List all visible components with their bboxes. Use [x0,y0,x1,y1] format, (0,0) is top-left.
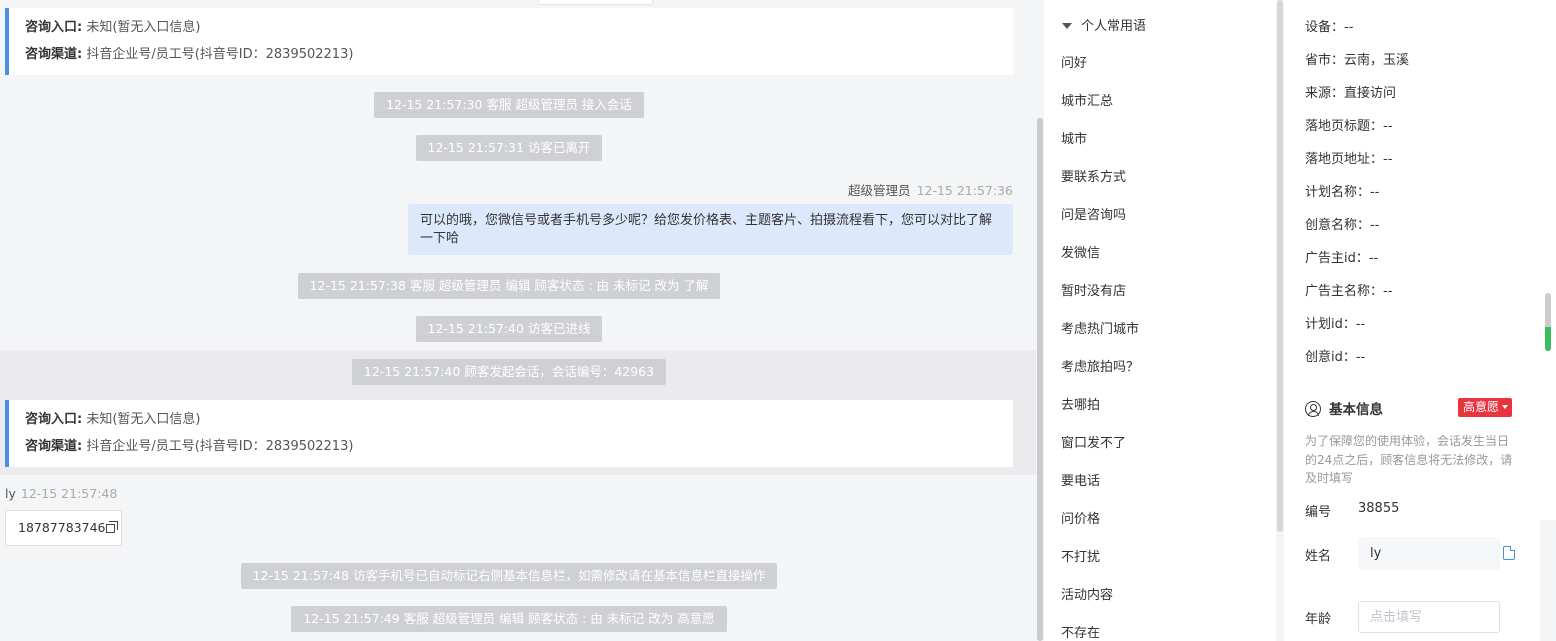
system-event: 12-15 21:57:30 客服 超级管理员 接入会话 [0,92,1018,118]
caret-down-icon [1062,23,1072,29]
phrase-item[interactable]: 问好 [1061,52,1087,71]
agent-message-meta: 超级管理员 12-15 21:57:36 [848,180,1013,199]
id-label: 编号 [1305,505,1332,520]
agent-message-bubble: 可以的哦，您微信号或者手机号多少呢？给您发价格表、主题客片、拍摄流程看下，您可以… [408,204,1013,255]
consult-info-card: 咨询入口: 未知(暂无入口信息) 咨询渠道: 抖音企业号/员工号(抖音号ID：2… [5,8,1013,75]
info-source: 来源：直接访问 [1305,86,1397,101]
system-event: 12-15 21:57:40 顾客发起会话，会话编号：42963 [0,359,1018,385]
phrases-group-header[interactable]: 个人常用语 [1062,15,1146,34]
age-input[interactable] [1358,601,1500,633]
chat-scrollbar-thumb[interactable] [1037,118,1043,641]
consult-entry-row: 咨询入口: 未知(暂无入口信息) [25,19,997,46]
visitor-phone-text: 18787783746 [18,520,106,535]
caret-down-icon [1502,405,1509,409]
phrase-item[interactable]: 去哪拍 [1061,394,1100,413]
info-advertiser-id: 广告主id：-- [1305,251,1379,266]
channel-value: 抖音企业号/员工号(抖音号ID：2839502213) [86,47,354,62]
info-device: 设备：-- [1305,20,1354,35]
quick-phrases-panel: 个人常用语 问好 城市汇总 城市 要联系方式 问是咨询吗 发微信 暂时没有店 考… [1044,0,1276,641]
age-label: 年龄 [1305,612,1332,627]
intent-status-dropdown[interactable]: 高意愿 [1458,398,1513,417]
phrase-item[interactable]: 问价格 [1061,508,1100,527]
name-label: 姓名 [1305,549,1332,564]
phrase-item[interactable]: 活动内容 [1061,584,1113,603]
info-advertiser-name: 广告主名称：-- [1305,284,1393,299]
phrase-item[interactable]: 问是咨询吗 [1061,204,1126,223]
consult-channel-row: 咨询渠道: 抖音企业号/员工号(抖音号ID：2839502213) [25,46,997,73]
phrases-group-title: 个人常用语 [1081,19,1147,34]
top-tab-handle [538,0,653,5]
phrase-item[interactable]: 窗口发不了 [1061,432,1126,451]
system-event: 12-15 21:57:38 客服 超级管理员 编辑 顾客状态 : 由 未标记 … [0,273,1018,299]
consult-entry-row: 咨询入口: 未知(暂无入口信息) [25,412,201,427]
visitor-info-panel: 设备：-- 省市：云南，玉溪 来源：直接访问 落地页标题：-- 落地页地址：--… [1284,0,1556,641]
phrase-item[interactable]: 不打扰 [1061,546,1100,565]
phrase-item[interactable]: 要电话 [1061,470,1100,489]
edit-icon[interactable] [1503,546,1515,560]
info-plan-name: 计划名称：-- [1305,185,1380,200]
system-event: 12-15 21:57:31 访客已离开 [0,135,1018,161]
id-value: 38855 [1358,501,1400,516]
phrases-scrollbar-thumb[interactable] [1277,0,1283,532]
consult-channel-row: 咨询渠道: 抖音企业号/员工号(抖音号ID：2839502213) [25,439,354,454]
system-event: 12-15 21:57:49 客服 超级管理员 编辑 顾客状态 : 由 未标记 … [0,606,1018,632]
system-event: 12-15 21:57:40 访客已进线 [0,316,1018,342]
user-circle-icon [1305,401,1321,417]
info-scrollbar-thumb[interactable] [1545,293,1551,351]
phrase-item[interactable]: 考虑旅拍吗？ [1061,356,1139,375]
phrase-item[interactable]: 要联系方式 [1061,166,1126,185]
phrase-item[interactable]: 城市 [1061,128,1087,147]
copy-icon[interactable] [106,521,119,533]
visitor-message-time: 12-15 21:57:48 [20,486,118,501]
info-plan-id: 计划id：-- [1305,317,1366,332]
phrase-item[interactable]: 考虑热门城市 [1061,318,1139,337]
info-creative-id: 创意id：-- [1305,350,1366,365]
info-creative-name: 创意名称：-- [1305,218,1380,233]
phrase-item[interactable]: 发微信 [1061,242,1100,261]
visitor-message-bubble: 18787783746 [5,510,122,546]
panel-edge [1540,520,1556,641]
visitor-message-meta: ly 12-15 21:57:48 [5,486,117,501]
chat-panel[interactable]: 咨询入口: 未知(暂无入口信息) 咨询渠道: 抖音企业号/员工号(抖音号ID：2… [0,0,1036,641]
consult-info-card: 咨询入口: 未知(暂无入口信息) 咨询渠道: 抖音企业号/员工号(抖音号ID：2… [5,400,1013,467]
phrase-item[interactable]: 暂时没有店 [1061,280,1126,299]
basic-info-title: 基本信息 [1305,398,1383,418]
channel-label: 咨询渠道: [25,47,83,62]
agent-name: 超级管理员 [848,183,911,198]
info-landing-title: 落地页标题：-- [1305,119,1393,134]
info-province-city: 省市：云南，玉溪 [1305,53,1410,68]
system-event: 12-15 21:57:48 访客手机号已自动标记右侧基本信息栏，如需修改请在基… [0,563,1018,589]
info-landing-url: 落地页地址：-- [1305,152,1393,167]
phrase-item[interactable]: 城市汇总 [1061,90,1113,109]
agent-message-time: 12-15 21:57:36 [916,183,1013,198]
edit-deadline-notice: 为了保障您的使用体验，会话发生当日的24点之后，顾客信息将无法修改，请及时填写 [1305,434,1513,485]
visitor-name: ly [5,486,16,501]
entry-value: 未知(暂无入口信息) [86,20,201,35]
name-field[interactable]: ly [1358,537,1500,570]
phrase-item[interactable]: 不存在 [1061,622,1100,641]
intent-status-label: 高意愿 [1463,400,1500,414]
entry-label: 咨询入口: [25,20,83,35]
